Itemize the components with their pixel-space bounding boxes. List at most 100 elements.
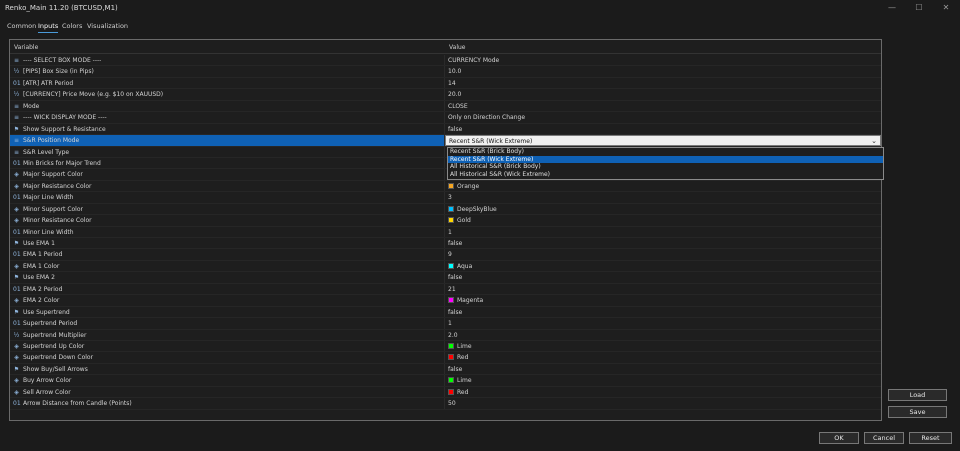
- enum-icon: ≡: [13, 102, 20, 110]
- row-value[interactable]: 14: [448, 80, 456, 87]
- color-swatch: [448, 297, 454, 304]
- double-icon: ½: [13, 331, 20, 339]
- column-header-variable[interactable]: Variable: [14, 44, 38, 51]
- row-variable: EMA 2 Color: [23, 297, 60, 305]
- row-value[interactable]: false: [448, 274, 462, 281]
- enum-icon: ≡: [13, 148, 20, 156]
- table-row[interactable]: ◈ EMA 1 Color Aqua: [10, 260, 881, 273]
- row-value[interactable]: Red: [448, 388, 468, 396]
- row-variable: [ATR] ATR Period: [23, 79, 74, 87]
- tab-visualization[interactable]: Visualization: [87, 22, 128, 30]
- row-value[interactable]: false: [448, 309, 462, 316]
- row-value[interactable]: false: [448, 126, 462, 133]
- row-value[interactable]: 10.0: [448, 68, 461, 75]
- enum-icon: ≡: [13, 114, 20, 122]
- color-icon: ◈: [14, 262, 19, 270]
- row-value[interactable]: false: [448, 366, 462, 373]
- column-header-value[interactable]: Value: [449, 44, 465, 51]
- table-row[interactable]: ◈ Supertrend Down Color Red: [10, 352, 881, 364]
- table-row[interactable]: ½ [CURRENCY] Price Move (e.g. $10 on XAUU…: [10, 89, 881, 101]
- row-variable: Use Supertrend: [23, 308, 70, 316]
- row-value[interactable]: Orange: [448, 182, 479, 190]
- table-row[interactable]: ⚑ Use EMA 1 false: [10, 238, 881, 250]
- table-row[interactable]: 01 Supertrend Period 1: [10, 318, 881, 330]
- table-row[interactable]: ◈ Sell Arrow Color Red: [10, 386, 881, 399]
- table-row[interactable]: ◈ Minor Support Color DeepSkyBlue: [10, 203, 881, 216]
- table-row[interactable]: ≡ Mode CLOSE: [10, 100, 881, 113]
- row-value[interactable]: CURRENCY Mode: [448, 57, 499, 64]
- row-value[interactable]: Only on Direction Change: [448, 114, 525, 121]
- sr-position-mode-select[interactable]: Recent S&R (Wick Extreme) ⌄: [445, 135, 881, 146]
- row-value[interactable]: 1: [448, 229, 452, 236]
- table-row[interactable]: ⚑ Use Supertrend false: [10, 306, 881, 319]
- tab-colors[interactable]: Colors: [62, 22, 82, 30]
- color-swatch: [448, 377, 454, 384]
- row-value[interactable]: CLOSE: [448, 103, 468, 110]
- tab-inputs[interactable]: Inputs: [38, 22, 59, 33]
- table-row[interactable]: ◈ Major Resistance Color Orange: [10, 180, 881, 193]
- color-icon: ◈: [14, 342, 19, 350]
- reset-button[interactable]: Reset: [909, 432, 952, 444]
- table-row[interactable]: ◈ Supertrend Up Color Lime: [10, 340, 881, 353]
- row-value[interactable]: 3: [448, 194, 452, 201]
- tab-bar: Common Inputs Colors Visualization: [0, 20, 960, 34]
- table-row[interactable]: ≡ ---- WICK DISPLAY MODE ---- Only on Dire…: [10, 112, 881, 124]
- row-value[interactable]: Lime: [448, 342, 472, 350]
- row-value[interactable]: Magenta: [448, 297, 483, 304]
- row-value[interactable]: Red: [448, 354, 468, 361]
- save-button[interactable]: Save: [888, 406, 947, 418]
- row-value[interactable]: Gold: [448, 217, 471, 224]
- load-button[interactable]: Load: [888, 389, 947, 401]
- color-swatch: [448, 262, 454, 269]
- minimize-icon[interactable]: —: [887, 3, 897, 13]
- table-row[interactable]: ⚑ Show Buy/Sell Arrows false: [10, 363, 881, 376]
- row-value[interactable]: Aqua: [448, 262, 473, 270]
- row-value[interactable]: DeepSkyBlue: [448, 205, 497, 213]
- row-value-text: 10.0: [448, 68, 462, 76]
- dropdown-option[interactable]: All Historical S&R (Wick Extreme): [448, 171, 883, 179]
- row-value[interactable]: false: [448, 240, 462, 247]
- table-row[interactable]: 01 Major Line Width 3: [10, 192, 881, 204]
- row-value-text: 2.0: [448, 331, 458, 339]
- table-row[interactable]: ◈ Buy Arrow Color Lime: [10, 375, 881, 387]
- close-icon[interactable]: ✕: [941, 3, 951, 13]
- row-value-text: false: [448, 240, 463, 247]
- row-value[interactable]: 20.0: [448, 91, 461, 98]
- row-value-text: 1: [448, 320, 452, 328]
- row-variable: Minor Support Color: [23, 205, 83, 213]
- row-value[interactable]: 50: [448, 400, 456, 407]
- row-value-text: 1: [448, 228, 452, 236]
- table-row[interactable]: ⚑ Show Support & Resistance false: [10, 123, 881, 136]
- row-value-text: Aqua: [457, 262, 473, 270]
- maximize-icon[interactable]: ☐: [914, 3, 924, 13]
- table-row[interactable]: ◈ EMA 2 Color Magenta: [10, 295, 881, 307]
- cancel-button[interactable]: Cancel: [864, 432, 904, 444]
- table-row[interactable]: 01 EMA 1 Period 9: [10, 249, 881, 261]
- table-row[interactable]: 01 Minor Line Width 1: [10, 226, 881, 238]
- table-row[interactable]: ◈ Minor Resistance Color Gold: [10, 215, 881, 227]
- chevron-down-icon[interactable]: ⌄: [871, 137, 877, 145]
- tab-common[interactable]: Common: [7, 22, 36, 30]
- row-variable: Use EMA 2: [23, 274, 55, 282]
- table-row[interactable]: 01 Arrow Distance from Candle (Points) 50: [10, 398, 881, 410]
- table-row[interactable]: ≡ ---- SELECT BOX MODE ---- CURRENCY Mode: [10, 55, 881, 67]
- table-row[interactable]: 01 EMA 2 Period 21: [10, 283, 881, 296]
- table-row[interactable]: ½ [PIPS] Box Size (in Pips) 10.0: [10, 66, 881, 78]
- row-variable: Sell Arrow Color: [23, 388, 71, 396]
- dropdown-option[interactable]: Recent S&R (Brick Body): [448, 148, 883, 156]
- table-row[interactable]: ⚑ Use EMA 2 false: [10, 272, 881, 284]
- ok-button[interactable]: OK: [819, 432, 859, 444]
- dropdown-option[interactable]: All Historical S&R (Brick Body): [448, 163, 883, 171]
- row-value-text: DeepSkyBlue: [457, 205, 497, 213]
- row-value-text: CLOSE: [448, 102, 468, 110]
- row-value[interactable]: 21: [448, 286, 456, 293]
- color-swatch: [448, 182, 454, 189]
- row-variable: Supertrend Period: [23, 320, 78, 328]
- row-value[interactable]: Lime: [448, 377, 472, 384]
- row-value[interactable]: 9: [448, 251, 452, 258]
- row-value[interactable]: 1: [448, 320, 452, 327]
- dropdown-option[interactable]: Recent S&R (Wick Extreme): [448, 155, 883, 164]
- row-value[interactable]: 2.0: [448, 332, 458, 339]
- table-row[interactable]: 01 [ATR] ATR Period 14: [10, 77, 881, 90]
- table-row[interactable]: ½ Supertrend Multiplier 2.0: [10, 329, 881, 341]
